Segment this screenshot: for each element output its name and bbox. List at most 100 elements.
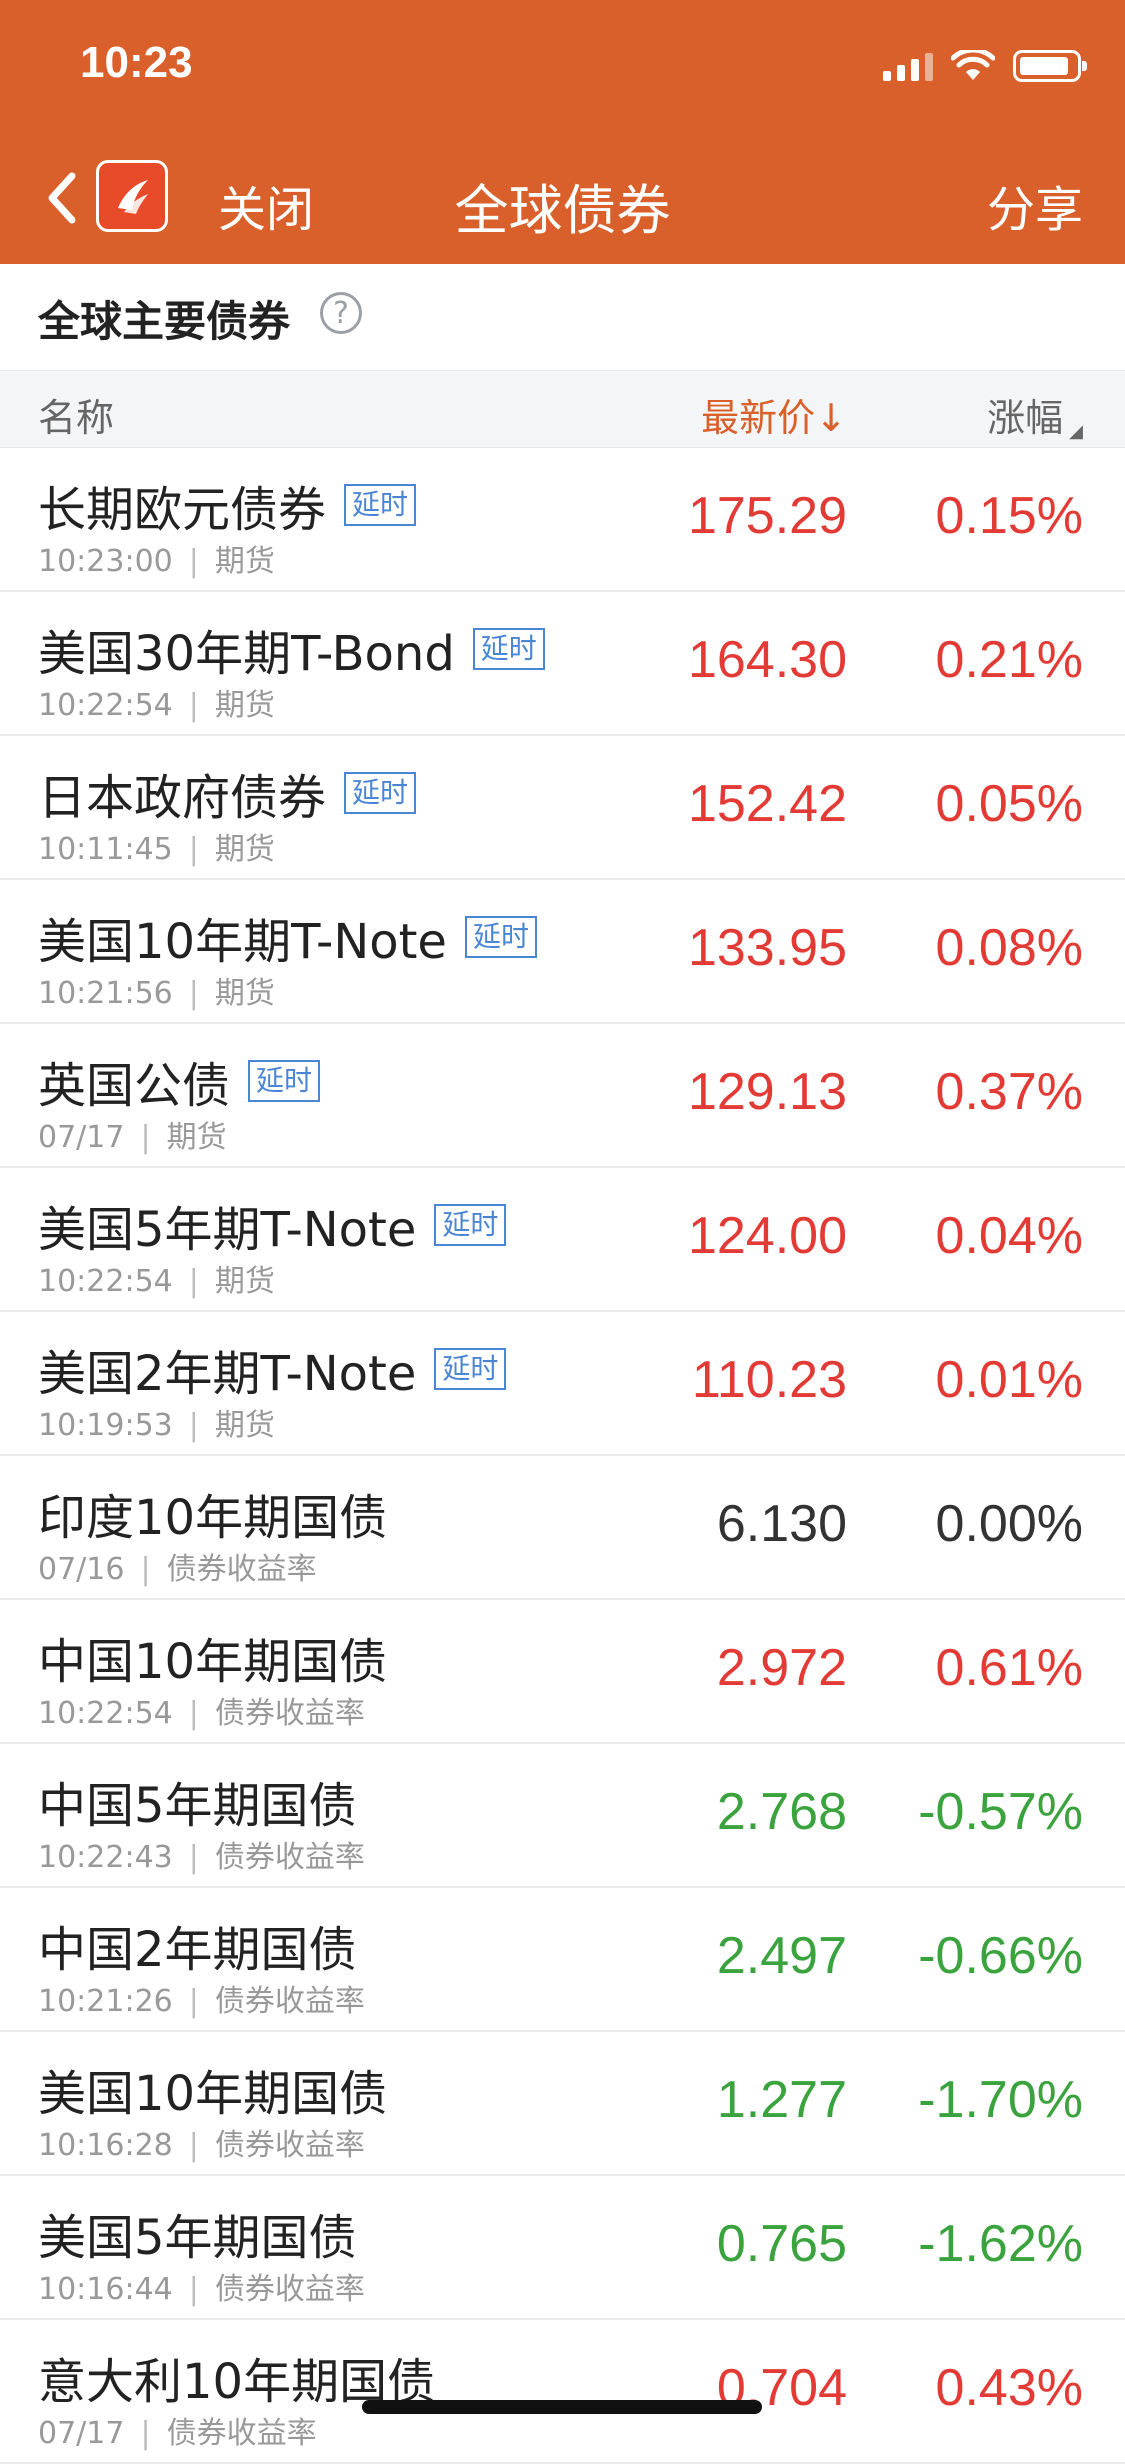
list-item[interactable]: 美国30年期T-Bond 延时 10:22:54 | 期货 164.30 0.21%	[0, 592, 1125, 736]
section-header: 全球主要债券 ?	[0, 264, 1125, 370]
meta-separator: |	[188, 1408, 199, 1443]
change-percent: 0.61%	[935, 1639, 1083, 1697]
latest-price: 175.29	[687, 487, 847, 545]
bond-name: 美国5年期T-Note	[38, 1202, 417, 1258]
bond-type: 债券收益率	[166, 2416, 317, 2451]
bond-name: 长期欧元债券	[38, 482, 327, 538]
meta-separator: |	[188, 1984, 199, 2019]
bond-type: 债券收益率	[214, 1696, 365, 1731]
meta-separator: |	[188, 688, 199, 723]
bond-type: 期货	[166, 1120, 227, 1155]
list-item[interactable]: 意大利10年期国债 07/17 | 债券收益率 0.704 0.43%	[0, 2320, 1125, 2464]
section-title: 全球主要债券	[38, 297, 291, 346]
delayed-tag: 延时	[464, 916, 537, 958]
update-time: 07/17	[38, 1120, 125, 1155]
meta-separator: |	[188, 1264, 199, 1299]
bond-meta: 10:23:00 | 期货	[38, 536, 275, 580]
bond-meta: 10:22:54 | 债券收益率	[38, 1688, 365, 1732]
bond-name-line: 中国5年期国债	[38, 1766, 357, 1836]
bond-meta: 07/17 | 债券收益率	[38, 2408, 317, 2452]
sort-by-change[interactable]: 涨幅 ◢	[987, 387, 1083, 442]
bond-meta: 07/17 | 期货	[38, 1112, 227, 1156]
meta-separator: |	[188, 1840, 199, 1875]
list-item[interactable]: 美国5年期T-Note 延时 10:22:54 | 期货 124.00 0.04%	[0, 1168, 1125, 1312]
latest-price: 2.497	[716, 1927, 847, 1985]
change-percent: 0.43%	[935, 2359, 1083, 2417]
bond-name: 美国2年期T-Note	[38, 1346, 417, 1402]
delayed-tag: 延时	[434, 1348, 507, 1390]
bond-name: 中国10年期国债	[38, 1634, 388, 1690]
bond-name-line: 美国10年期T-Note 延时	[38, 902, 537, 972]
change-percent: 0.05%	[935, 775, 1083, 833]
wifi-icon	[951, 50, 995, 82]
bond-type: 期货	[214, 544, 275, 579]
bond-meta: 10:16:28 | 债券收益率	[38, 2120, 365, 2164]
delayed-tag: 延时	[248, 1060, 321, 1102]
status-icons	[883, 50, 1087, 82]
list-item[interactable]: 长期欧元债券 延时 10:23:00 | 期货 175.29 0.15%	[0, 448, 1125, 592]
list-item[interactable]: 日本政府债券 延时 10:11:45 | 期货 152.42 0.05%	[0, 736, 1125, 880]
bond-type: 期货	[214, 1408, 275, 1443]
status-time: 10:23	[80, 38, 193, 87]
list-item[interactable]: 美国5年期国债 10:16:44 | 债券收益率 0.765 -1.62%	[0, 2176, 1125, 2320]
update-time: 10:21:26	[38, 1984, 173, 2019]
bond-type: 债券收益率	[214, 2128, 365, 2163]
change-percent: 0.01%	[935, 1351, 1083, 1409]
meta-separator: |	[140, 1552, 151, 1587]
bond-meta: 10:16:44 | 债券收益率	[38, 2264, 365, 2308]
bond-type: 期货	[214, 976, 275, 1011]
list-item[interactable]: 中国2年期国债 10:21:26 | 债券收益率 2.497 -0.66%	[0, 1888, 1125, 2032]
bond-meta: 10:22:54 | 期货	[38, 1256, 275, 1300]
battery-icon	[1013, 50, 1087, 82]
change-percent: 0.21%	[935, 631, 1083, 689]
bond-meta: 10:21:26 | 债券收益率	[38, 1976, 365, 2020]
app-header: 10:23 关闭 全球债券 分享	[0, 0, 1125, 264]
update-time: 10:11:45	[38, 832, 173, 867]
bond-type: 债券收益率	[214, 1984, 365, 2019]
change-percent: 0.04%	[935, 1207, 1083, 1265]
update-time: 10:16:44	[38, 2272, 173, 2307]
help-icon[interactable]: ?	[320, 292, 362, 334]
bond-name: 美国10年期国债	[38, 2066, 388, 2122]
bond-type: 期货	[214, 1264, 275, 1299]
cellular-signal-icon	[883, 51, 933, 81]
share-button[interactable]: 分享	[987, 170, 1083, 240]
list-item[interactable]: 中国10年期国债 10:22:54 | 债券收益率 2.972 0.61%	[0, 1600, 1125, 1744]
latest-price: 110.23	[691, 1351, 847, 1409]
latest-price: 1.277	[716, 2071, 847, 2129]
bond-type: 债券收益率	[214, 2272, 365, 2307]
bond-name-line: 美国2年期T-Note 延时	[38, 1334, 507, 1404]
latest-price: 2.972	[716, 1639, 847, 1697]
bond-type: 债券收益率	[214, 1840, 365, 1875]
bond-name-line: 美国5年期T-Note 延时	[38, 1190, 507, 1260]
update-time: 07/17	[38, 2416, 125, 2451]
bond-name: 英国公债	[38, 1058, 231, 1114]
change-percent: -0.57%	[918, 1783, 1083, 1841]
update-time: 07/16	[38, 1552, 125, 1587]
meta-separator: |	[140, 2416, 151, 2451]
bond-meta: 07/16 | 债券收益率	[38, 1544, 317, 1588]
update-time: 10:22:54	[38, 1264, 173, 1299]
delayed-tag: 延时	[344, 484, 417, 526]
list-item[interactable]: 印度10年期国债 07/16 | 债券收益率 6.130 0.00%	[0, 1456, 1125, 1600]
delayed-tag: 延时	[344, 772, 417, 814]
meta-separator: |	[188, 832, 199, 867]
list-item[interactable]: 中国5年期国债 10:22:43 | 债券收益率 2.768 -0.57%	[0, 1744, 1125, 1888]
bond-name: 日本政府债券	[38, 770, 327, 826]
list-item[interactable]: 美国10年期国债 10:16:28 | 债券收益率 1.277 -1.70%	[0, 2032, 1125, 2176]
update-time: 10:16:28	[38, 2128, 173, 2163]
bond-name-line: 中国2年期国债	[38, 1910, 357, 1980]
bond-name-line: 长期欧元债券 延时	[38, 470, 417, 540]
bond-list: 长期欧元债券 延时 10:23:00 | 期货 175.29 0.15% 美国30年期…	[0, 448, 1125, 2464]
column-change-label: 涨幅	[987, 396, 1064, 440]
list-item[interactable]: 美国10年期T-Note 延时 10:21:56 | 期货 133.95 0.08%	[0, 880, 1125, 1024]
bond-meta: 10:11:45 | 期货	[38, 824, 275, 868]
sort-by-price[interactable]: 最新价↓	[701, 387, 847, 442]
change-percent: 0.00%	[935, 1495, 1083, 1553]
change-percent: -1.62%	[918, 2215, 1083, 2273]
meta-separator: |	[140, 1120, 151, 1155]
list-item[interactable]: 英国公债 延时 07/17 | 期货 129.13 0.37%	[0, 1024, 1125, 1168]
update-time: 10:19:53	[38, 1408, 173, 1443]
update-time: 10:22:54	[38, 688, 173, 723]
list-item[interactable]: 美国2年期T-Note 延时 10:19:53 | 期货 110.23 0.01%	[0, 1312, 1125, 1456]
